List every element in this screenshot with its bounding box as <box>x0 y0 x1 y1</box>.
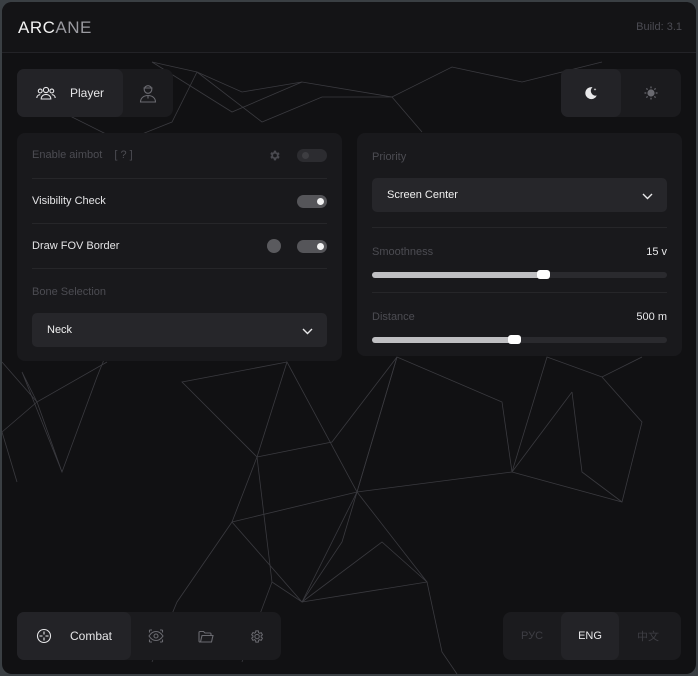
enable-aimbot-toggle[interactable] <box>297 149 327 162</box>
priority-value: Screen Center <box>387 189 458 201</box>
language-ru[interactable]: РУС <box>503 612 561 660</box>
gear-icon <box>249 629 264 644</box>
slider-thumb[interactable] <box>537 270 551 279</box>
divider <box>372 292 667 293</box>
tab-visuals[interactable] <box>131 612 181 660</box>
help-hint[interactable]: [ ? ] <box>114 149 132 161</box>
priority-label: Priority <box>372 151 407 163</box>
build-version: Build: 3.1 <box>636 21 682 33</box>
title-bar: ARCANE Build: 3.1 <box>2 2 696 53</box>
user-icon <box>139 83 157 103</box>
app-window: ARCANE Build: 3.1 Player Enable aimbot [… <box>2 2 696 674</box>
draw-fov-border-toggle[interactable] <box>297 240 327 253</box>
distance-slider[interactable] <box>372 335 667 344</box>
bone-selection-dropdown[interactable]: Neck <box>32 313 327 347</box>
theme-switch <box>561 69 681 117</box>
bone-selection-label: Bone Selection <box>32 286 106 298</box>
language-zh[interactable]: 中文 <box>619 612 677 660</box>
bone-selection-value: Neck <box>47 324 73 336</box>
draw-fov-border-row: Draw FOV Border <box>32 224 327 268</box>
bottom-tab-group: Combat <box>17 612 281 660</box>
slider-thumb[interactable] <box>507 335 521 344</box>
smoothness-label: Smoothness <box>372 246 434 258</box>
tab-combat[interactable]: Combat <box>17 612 131 660</box>
top-tab-group: Player <box>17 69 173 117</box>
chevron-down-icon <box>642 191 653 203</box>
tab-profile[interactable] <box>123 69 173 117</box>
users-icon <box>36 85 56 101</box>
slider-fill <box>372 337 514 343</box>
aimbot-settings-panel: Enable aimbot [ ? ] Visibility Check Dra… <box>17 133 342 361</box>
language-en[interactable]: ENG <box>561 612 619 660</box>
slider-fill <box>372 272 544 278</box>
draw-fov-border-label: Draw FOV Border <box>32 240 120 252</box>
tab-settings[interactable] <box>231 612 281 660</box>
visibility-check-toggle[interactable] <box>297 195 327 208</box>
theme-dark-button[interactable] <box>561 69 621 117</box>
divider <box>372 227 667 228</box>
language-switch: РУС ENG 中文 <box>503 612 681 660</box>
tab-player-label: Player <box>69 86 104 100</box>
eye-icon <box>148 629 164 643</box>
distance-value: 500 m <box>636 311 667 323</box>
fov-color-swatch[interactable] <box>267 239 281 253</box>
tab-player[interactable]: Player <box>17 69 123 117</box>
app-logo: ARCANE <box>18 18 92 37</box>
crosshair-icon <box>36 628 52 644</box>
moon-icon <box>584 86 598 100</box>
smoothness-slider[interactable] <box>372 270 667 279</box>
distance-label: Distance <box>372 311 415 323</box>
gear-icon[interactable] <box>268 149 281 165</box>
divider <box>32 268 327 269</box>
enable-aimbot-row: Enable aimbot [ ? ] <box>32 133 327 177</box>
visibility-check-row: Visibility Check <box>32 179 327 223</box>
priority-dropdown[interactable]: Screen Center <box>372 178 667 212</box>
sun-icon <box>644 86 658 100</box>
smoothness-value: 15 v <box>646 246 667 258</box>
chevron-down-icon <box>302 326 313 338</box>
tab-combat-label: Combat <box>69 629 113 643</box>
enable-aimbot-label: Enable aimbot <box>32 149 103 161</box>
folder-icon <box>198 630 214 643</box>
targeting-panel: Priority Screen Center Smoothness 15 v D… <box>357 133 682 356</box>
visibility-check-label: Visibility Check <box>32 195 106 207</box>
theme-light-button[interactable] <box>621 69 681 117</box>
tab-configs[interactable] <box>181 612 231 660</box>
